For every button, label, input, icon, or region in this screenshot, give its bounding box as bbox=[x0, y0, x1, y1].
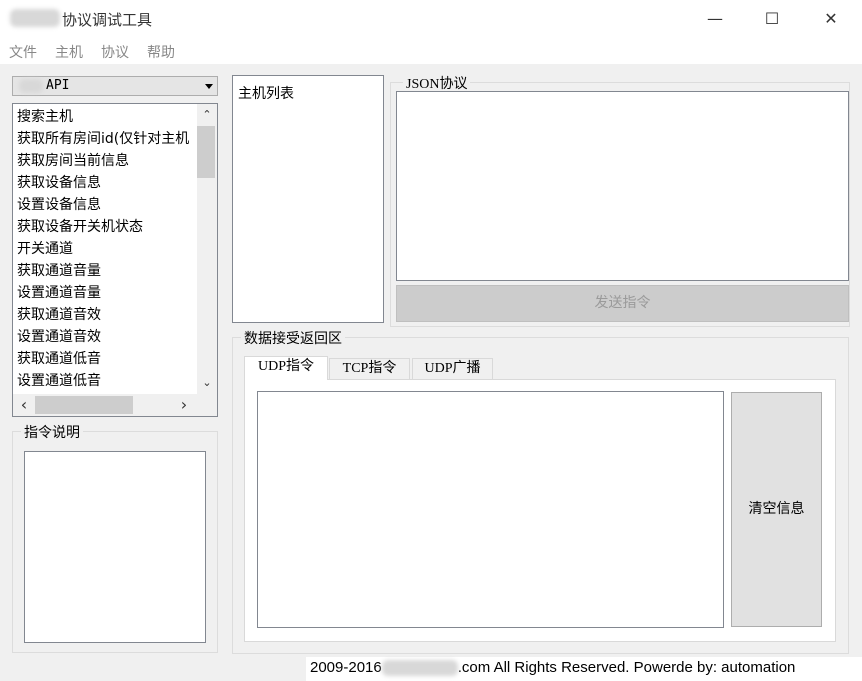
redacted-text bbox=[19, 79, 43, 93]
app-icon-redacted bbox=[10, 9, 60, 27]
send-command-button[interactable]: 发送指令 bbox=[396, 285, 849, 322]
horizontal-scrollbar[interactable]: ‹ › bbox=[13, 394, 197, 416]
json-input[interactable] bbox=[396, 91, 849, 281]
receive-label: 数据接受返回区 bbox=[241, 328, 345, 348]
list-item[interactable]: 搜索主机 bbox=[17, 106, 197, 128]
command-desc-label: 指令说明 bbox=[21, 422, 83, 442]
menu-help[interactable]: 帮助 bbox=[147, 42, 175, 62]
scroll-down-icon[interactable]: ⌄ bbox=[198, 374, 216, 392]
list-item[interactable]: 设置设备信息 bbox=[17, 194, 197, 216]
status-bar: 2009-2016 .com All Rights Reserved. Power… bbox=[306, 657, 862, 681]
copyright-rest: .com All Rights Reserved. Powerde by: au… bbox=[457, 659, 796, 676]
tab-udp-broadcast[interactable]: UDP广播 bbox=[412, 358, 493, 380]
close-button[interactable]: ✕ bbox=[808, 4, 854, 34]
scroll-left-icon[interactable]: ‹ bbox=[15, 396, 33, 414]
chevron-down-icon bbox=[205, 84, 213, 89]
vertical-scrollbar[interactable]: ⌃ ⌄ bbox=[197, 104, 217, 394]
title-bar: 协议调试工具 — ☐ ✕ bbox=[0, 0, 862, 38]
list-item[interactable]: 设置通道低音 bbox=[17, 370, 197, 392]
scroll-up-icon[interactable]: ⌃ bbox=[198, 106, 216, 124]
menu-bar: 文件 主机 协议 帮助 bbox=[0, 38, 862, 64]
scroll-thumb[interactable] bbox=[35, 396, 133, 414]
tab-udp-command[interactable]: UDP指令 bbox=[244, 356, 328, 380]
receive-output[interactable] bbox=[257, 391, 724, 628]
minimize-button[interactable]: — bbox=[692, 4, 738, 34]
list-item[interactable]: 获取所有房间id(仅针对主机 bbox=[17, 128, 197, 150]
menu-host[interactable]: 主机 bbox=[55, 42, 83, 62]
list-item[interactable]: 开关通道 bbox=[17, 238, 197, 260]
list-item[interactable]: 获取通道音量 bbox=[17, 260, 197, 282]
host-list[interactable]: 主机列表 bbox=[232, 75, 384, 323]
command-desc-textbox[interactable] bbox=[24, 451, 206, 643]
json-label: JSON协议 bbox=[403, 73, 471, 93]
list-item[interactable]: 设置通道音效 bbox=[17, 326, 197, 348]
redacted-text bbox=[381, 660, 458, 677]
api-select[interactable]: API bbox=[12, 76, 218, 96]
list-item[interactable]: 获取通道音效 bbox=[17, 304, 197, 326]
api-select-value: API bbox=[46, 78, 70, 93]
scroll-thumb[interactable] bbox=[197, 126, 215, 178]
command-list[interactable]: 搜索主机 获取所有房间id(仅针对主机 获取房间当前信息 获取设备信息 设置设备… bbox=[12, 103, 218, 417]
maximize-button[interactable]: ☐ bbox=[749, 4, 795, 34]
list-item[interactable]: 获取设备信息 bbox=[17, 172, 197, 194]
list-item[interactable]: 设置通道音量 bbox=[17, 282, 197, 304]
list-item[interactable]: 获取房间当前信息 bbox=[17, 150, 197, 172]
clear-info-button[interactable]: 清空信息 bbox=[731, 392, 822, 627]
scroll-right-icon[interactable]: › bbox=[175, 396, 193, 414]
list-item[interactable]: 获取设备开关机状态 bbox=[17, 216, 197, 238]
host-list-label: 主机列表 bbox=[238, 86, 294, 102]
window-title: 协议调试工具 bbox=[62, 11, 153, 29]
menu-protocol[interactable]: 协议 bbox=[101, 42, 129, 62]
menu-file[interactable]: 文件 bbox=[9, 42, 37, 62]
list-item[interactable]: 获取通道低音 bbox=[17, 348, 197, 370]
copyright-text: 2009-2016 .com All Rights Reserved. Power… bbox=[310, 659, 796, 677]
tab-tcp-command[interactable]: TCP指令 bbox=[329, 358, 410, 380]
scroll-corner bbox=[197, 394, 217, 416]
copyright-year: 2009-2016 bbox=[310, 659, 382, 676]
